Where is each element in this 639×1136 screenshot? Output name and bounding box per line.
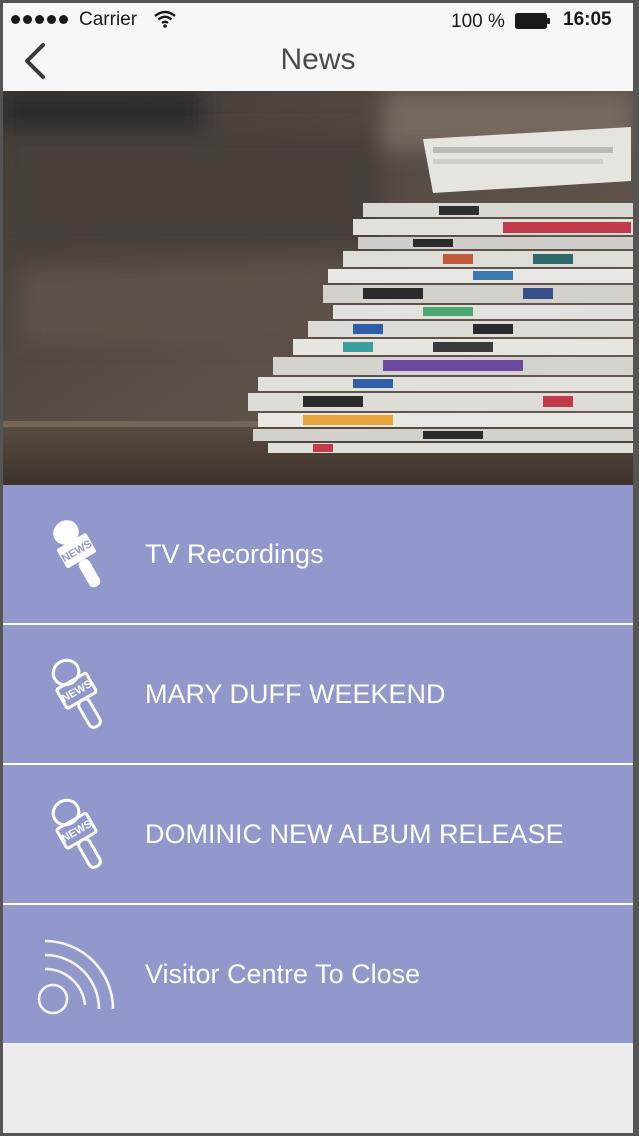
list-item-label: TV Recordings (145, 539, 324, 569)
phone-screen: Carrier 100 % 16:05 News NEWS TV Recordi… (3, 3, 633, 1133)
newspaper-stack-photo (3, 91, 633, 485)
clock-time: 16:05 (563, 9, 612, 30)
hero-image (3, 91, 633, 485)
news-microphone-icon: NEWS (51, 798, 102, 869)
battery-percentage: 100 % (451, 11, 505, 32)
signal-strength-icon (11, 15, 68, 24)
list-item-visitor-centre[interactable]: Visitor Centre To Close (3, 905, 633, 1043)
list-item-label: DOMINIC NEW ALBUM RELEASE (145, 819, 564, 849)
rss-feed-icon (37, 939, 115, 1015)
news-list: NEWS TV Recordings NEWS MARY DUFF WEEKEN… (3, 485, 633, 1043)
wifi-icon (154, 10, 176, 28)
list-item-label: Visitor Centre To Close (145, 959, 421, 989)
navigation-bar: News (3, 39, 633, 91)
carrier-label: Carrier (79, 9, 138, 30)
status-bar: Carrier 100 % 16:05 (3, 3, 633, 39)
news-microphone-icon: NEWS (51, 658, 102, 729)
list-item-label: MARY DUFF WEEKEND (145, 679, 446, 709)
battery-icon (515, 13, 550, 29)
list-item-tv-recordings[interactable]: NEWS TV Recordings (3, 485, 633, 625)
list-item-mary-duff-weekend[interactable]: NEWS MARY DUFF WEEKEND (3, 625, 633, 765)
page-title: News (280, 43, 356, 76)
list-item-dominic-album[interactable]: NEWS DOMINIC NEW ALBUM RELEASE (3, 765, 633, 905)
news-microphone-icon: NEWS (53, 520, 101, 588)
